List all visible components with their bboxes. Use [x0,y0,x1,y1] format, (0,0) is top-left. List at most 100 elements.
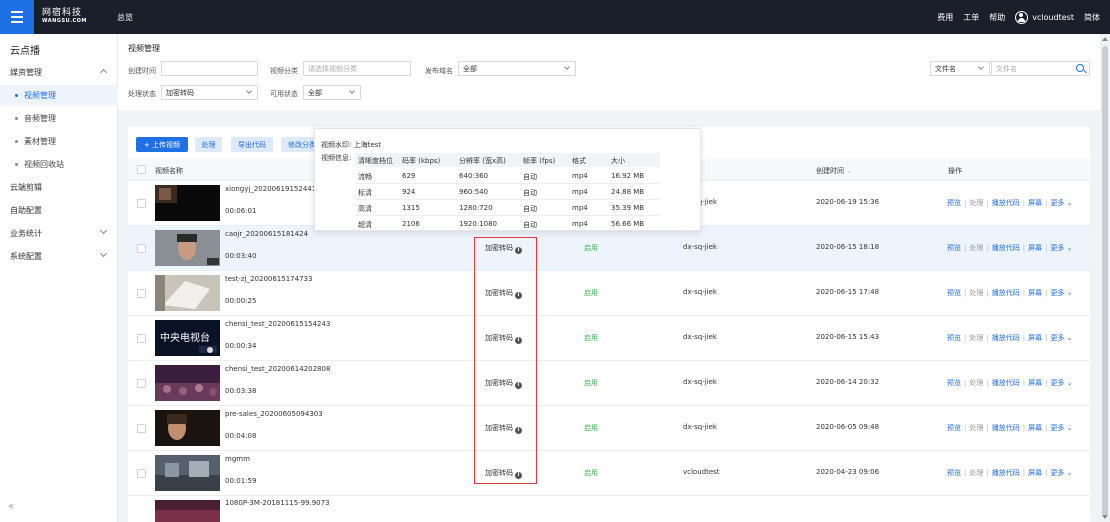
process-button[interactable]: 处理 [195,137,222,152]
row-checkbox[interactable] [137,469,146,478]
create-time-input[interactable] [161,61,258,76]
more-link[interactable]: 更多 ⌄ [1050,379,1072,387]
video-thumbnail[interactable]: 中央电视台 [155,320,220,356]
more-link[interactable]: 更多 ⌄ [1050,334,1072,342]
screenshot-link[interactable]: 屏幕 [1028,199,1042,207]
screenshot-link[interactable]: 屏幕 [1028,289,1042,297]
column-created[interactable]: 创建时间 ⌄ [816,166,852,176]
logo-en: WANGSU.COM [42,18,87,24]
play-code-link[interactable]: 播放代码 [992,334,1020,342]
table-row[interactable]: 1080P-3M-20181115-99.9073 [128,496,1090,522]
video-thumbnail[interactable] [155,500,220,522]
table-row[interactable]: pre-sales_20200605094303 00:04:08 加密转码 i … [128,406,1090,451]
sidebar-item-video-recycle-bin[interactable]: 视频回收站 [0,154,118,174]
link-billing[interactable]: 费用 [937,12,953,23]
play-code-link[interactable]: 播放代码 [992,379,1020,387]
more-link[interactable]: 更多 ⌄ [1050,199,1072,207]
video-thumbnail[interactable] [155,230,220,266]
upload-video-button[interactable]: + 上传视频 [136,137,188,152]
play-code-link[interactable]: 播放代码 [992,424,1020,432]
sidebar-title: 云点播 [10,46,40,57]
sidebar-group-statistics[interactable]: 业务统计 [0,223,118,243]
process-link[interactable]: 处理 [969,424,983,432]
table-row[interactable]: chensi_test_20200614202808 00:03:38 加密转码… [128,361,1090,406]
nav-overview[interactable]: 总览 [117,12,133,23]
scroll-up-icon[interactable] [1102,37,1108,41]
row-checkbox[interactable] [137,244,146,253]
screenshot-link[interactable]: 屏幕 [1028,244,1042,252]
select-all-checkbox[interactable] [137,165,146,174]
preview-link[interactable]: 预览 [947,469,961,477]
video-thumbnail[interactable] [155,275,220,311]
brand-logo[interactable]: 网宿科技 WANGSU.COM [42,8,98,26]
video-thumbnail[interactable] [155,365,220,401]
search-input[interactable]: 文件名 [991,61,1090,76]
export-code-button[interactable]: 导出代码 [231,137,273,152]
row-checkbox[interactable] [137,424,146,433]
search-icon[interactable] [1076,64,1084,72]
process-link[interactable]: 处理 [969,289,983,297]
screenshot-link[interactable]: 屏幕 [1028,469,1042,477]
more-link[interactable]: 更多 ⌄ [1050,244,1072,252]
more-link[interactable]: 更多 ⌄ [1050,424,1072,432]
screenshot-link[interactable]: 屏幕 [1028,424,1042,432]
available-select[interactable]: 全部 [303,85,361,100]
sidebar-item-material-management[interactable]: 素材管理 [0,131,118,151]
table-row[interactable]: 中央电视台 chensi_test_20200615154243 00:00:3… [128,316,1090,361]
play-code-link[interactable]: 播放代码 [992,289,1020,297]
process-link[interactable]: 处理 [969,334,983,342]
screenshot-link[interactable]: 屏幕 [1028,334,1042,342]
row-checkbox[interactable] [137,289,146,298]
link-help[interactable]: 帮助 [989,12,1005,23]
table-row[interactable]: test-zj_20200615174733 00:00:25 加密转码 i 启用… [128,271,1090,316]
category-select[interactable]: 请选择视频分类 [303,61,411,76]
preview-link[interactable]: 预览 [947,379,961,387]
sidebar-item-audio-management[interactable]: 音频管理 [0,108,118,128]
scrollbar-thumb[interactable] [1102,46,1108,516]
user-menu[interactable]: vcloudtest [1015,10,1074,24]
screenshot-link[interactable]: 屏幕 [1028,379,1042,387]
sidebar-group-system-config[interactable]: 系统配置 [0,246,118,266]
preview-link[interactable]: 预览 [947,334,961,342]
process-link[interactable]: 处理 [969,469,983,477]
video-name: xiongyj_20200619152441 [225,185,317,193]
scroll-down-icon[interactable] [1102,515,1108,519]
search-type-select[interactable]: 文件名 [930,61,990,76]
preview-link[interactable]: 预览 [947,244,961,252]
more-link[interactable]: 更多 ⌄ [1050,289,1072,297]
page-scrollbar[interactable] [1100,34,1110,522]
sidebar-item-cloud-editing[interactable]: 云端剪辑 [0,177,118,197]
more-link[interactable]: 更多 ⌄ [1050,469,1072,477]
user-cell: dx-sq-jiek [683,378,717,386]
table-row[interactable]: mgmm 00:01:59 加密转码 i 启用 vcloudtest 2020-0… [128,451,1090,496]
video-name: pre-sales_20200605094303 [225,410,323,418]
menu-icon[interactable] [0,0,34,34]
sidebar-group-media[interactable]: 媒资管理 [0,62,118,82]
process-link[interactable]: 处理 [969,199,983,207]
preview-link[interactable]: 预览 [947,289,961,297]
collapse-sidebar-icon[interactable]: « [8,501,14,512]
status-select[interactable]: 加密转码 [161,85,258,100]
row-checkbox[interactable] [137,199,146,208]
domain-select[interactable]: 全部 [458,61,576,76]
availability-cell: 启用 [584,469,598,477]
link-tickets[interactable]: 工单 [963,12,979,23]
table-row[interactable]: caojr_20200615181424 00:03:40 加密转码 i 启用 d… [128,226,1090,271]
play-code-link[interactable]: 播放代码 [992,244,1020,252]
row-checkbox[interactable] [137,379,146,388]
preview-link[interactable]: 预览 [947,199,961,207]
preview-link[interactable]: 预览 [947,424,961,432]
play-code-link[interactable]: 播放代码 [992,199,1020,207]
video-thumbnail[interactable] [155,410,220,446]
video-thumbnail[interactable] [155,455,220,491]
play-code-link[interactable]: 播放代码 [992,469,1020,477]
sidebar-item-self-config[interactable]: 自助配置 [0,200,118,220]
process-link[interactable]: 处理 [969,244,983,252]
process-link[interactable]: 处理 [969,379,983,387]
sidebar-item-video-management[interactable]: 视频管理 [0,85,118,105]
row-checkbox[interactable] [137,334,146,343]
video-duration: 00:00:25 [225,297,257,305]
username: vcloudtest [1032,12,1074,22]
language-switch[interactable]: 简体 [1084,12,1100,23]
video-thumbnail[interactable] [155,185,220,221]
